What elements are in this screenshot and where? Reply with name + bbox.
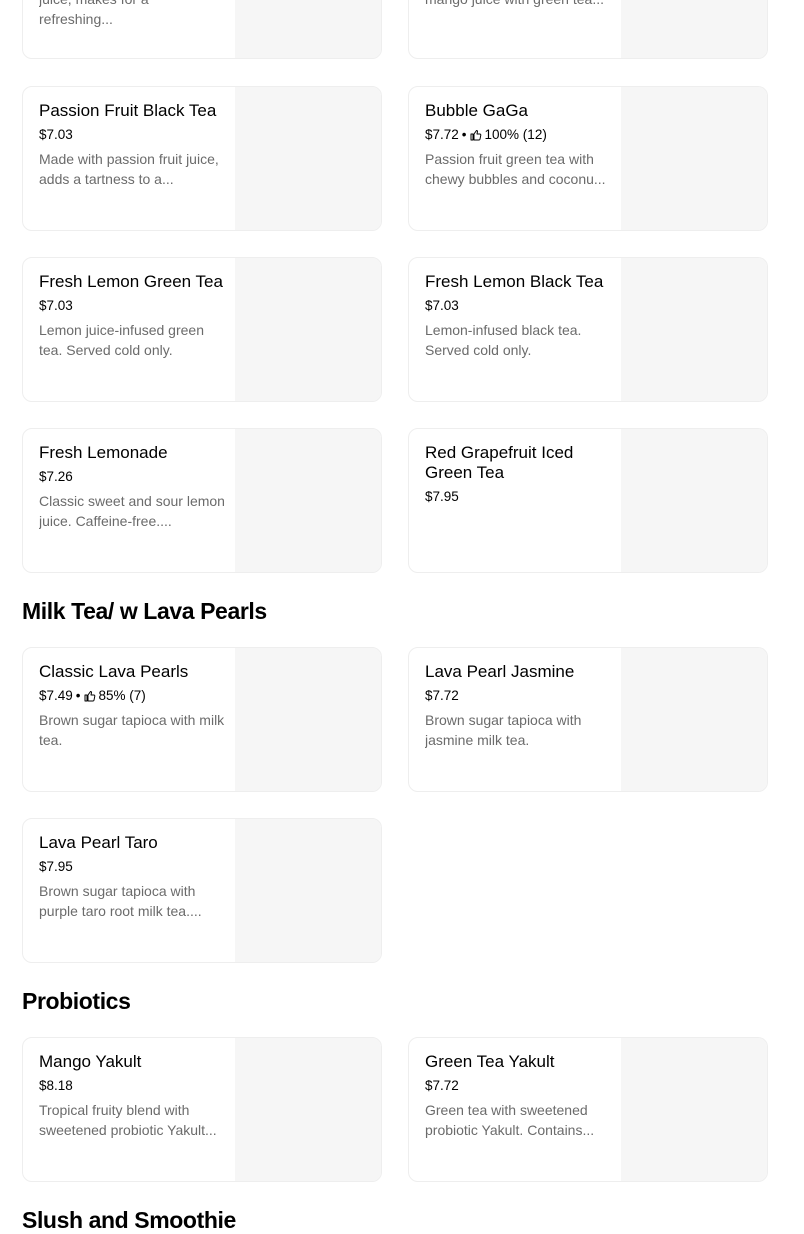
item-image [235,258,381,401]
item-price: $8.18 [39,1078,73,1093]
item-price: $7.95 [39,859,73,874]
thumbs-up-icon [84,691,95,702]
item-meta: $7.03 [39,297,225,315]
section-title: Slush and Smoothie [22,1207,236,1233]
item-name: Fresh Lemon Black Tea [425,272,604,291]
item-rating: 85% (7) [98,688,146,703]
item-meta: $7.03 [425,297,611,315]
item-image [621,1038,767,1181]
menu-item-card[interactable]: Lava Pearl Jasmine $7.72 Brown sugar tap… [408,647,768,792]
item-meta: $7.03 [39,126,225,144]
item-price: $7.03 [425,298,459,313]
item-image [621,0,767,58]
item-meta: $7.72 [425,687,611,705]
item-description: Tropical fruity blend with sweetened pro… [39,1102,217,1138]
item-meta: $7.72 [425,1077,611,1095]
menu-item-card[interactable]: Fresh Lemon Black Tea $7.03 Lemon-infuse… [408,257,768,402]
item-description: Brown sugar tapioca with jasmine milk te… [425,712,582,748]
item-price: $7.03 [39,298,73,313]
menu-item-card[interactable]: Lava Pearl Taro $7.95 Brown sugar tapioc… [22,818,382,963]
item-description: Lemon-infused black tea. Served cold onl… [425,322,582,358]
menu-item-card[interactable]: Green Tea Yakult $7.72 Green tea with sw… [408,1037,768,1182]
item-meta: $7.95 [39,858,225,876]
item-price: $7.95 [425,489,459,504]
menu-item-card[interactable]: Red Grapefruit Iced Green Tea $7.95 [408,428,768,573]
menu-item-card[interactable]: Fresh Lemon Green Tea $7.03 Lemon juice-… [22,257,382,402]
section-title: Milk Tea/ w Lava Pearls [22,598,267,624]
item-description: Passion fruit green tea with chewy bubbl… [425,151,606,187]
item-meta: $8.18 [39,1077,225,1095]
menu-item-card[interactable]: Fresh Lemonade $7.26 Classic sweet and s… [22,428,382,573]
item-image [235,87,381,230]
item-description: mango juice with green tea... [425,0,611,9]
item-image [235,429,381,572]
item-image [235,1038,381,1181]
item-meta: $7.72 • 100% (12) [425,126,611,144]
item-image [235,819,381,962]
item-price: $7.03 [39,127,73,142]
item-image [621,648,767,791]
item-name: Bubble GaGa [425,101,529,120]
item-meta: $7.95 [425,488,611,506]
item-name: Lava Pearl Taro [39,833,158,852]
item-description: Brown sugar tapioca with milk tea. [39,712,225,748]
item-description: juice, makes for a refreshing... [39,0,149,27]
item-name: Lava Pearl Jasmine [425,662,575,681]
separator-dot: • [461,127,467,142]
item-name: Fresh Lemon Green Tea [39,272,223,291]
menu-item-card[interactable]: juice, makes for a refreshing... [22,0,382,59]
menu-item-card[interactable]: Passion Fruit Black Tea $7.03 Made with … [22,86,382,231]
item-meta: $7.26 [39,468,225,486]
item-name: Classic Lava Pearls [39,662,189,681]
item-description: Brown sugar tapioca with purple taro roo… [39,883,202,919]
item-name: Mango Yakult [39,1052,142,1071]
item-meta: $7.49 • 85% (7) [39,687,225,705]
item-name: Green Tea Yakult [425,1052,555,1071]
item-image [621,87,767,230]
item-description: Classic sweet and sour lemon juice. Caff… [39,493,225,529]
item-price: $7.72 [425,688,459,703]
item-rating: 100% (12) [484,127,547,142]
item-price: $7.26 [39,469,73,484]
item-image [621,258,767,401]
item-image [235,648,381,791]
menu-item-card[interactable]: Mango Yakult $8.18 Tropical fruity blend… [22,1037,382,1182]
item-price: $7.72 [425,127,459,142]
thumbs-up-icon [470,130,481,141]
item-price: $7.72 [425,1078,459,1093]
section-title: Probiotics [22,988,131,1014]
item-description: Made with passion fruit juice, adds a ta… [39,151,219,187]
separator-dot: • [75,688,81,703]
menu-item-card[interactable]: Classic Lava Pearls $7.49 • 85% (7) Brow… [22,647,382,792]
item-name: Passion Fruit Black Tea [39,101,217,120]
item-description: Green tea with sweetened probiotic Yakul… [425,1102,595,1138]
menu-item-card[interactable]: mango juice with green tea... [408,0,768,59]
item-name: Red Grapefruit Iced Green Tea [425,443,574,482]
item-name: Fresh Lemonade [39,443,168,462]
item-image [235,0,381,58]
item-image [621,429,767,572]
item-description: Lemon juice-infused green tea. Served co… [39,322,204,358]
item-price: $7.49 [39,688,73,703]
menu-item-card[interactable]: Bubble GaGa $7.72 • 100% (12) Passion fr… [408,86,768,231]
